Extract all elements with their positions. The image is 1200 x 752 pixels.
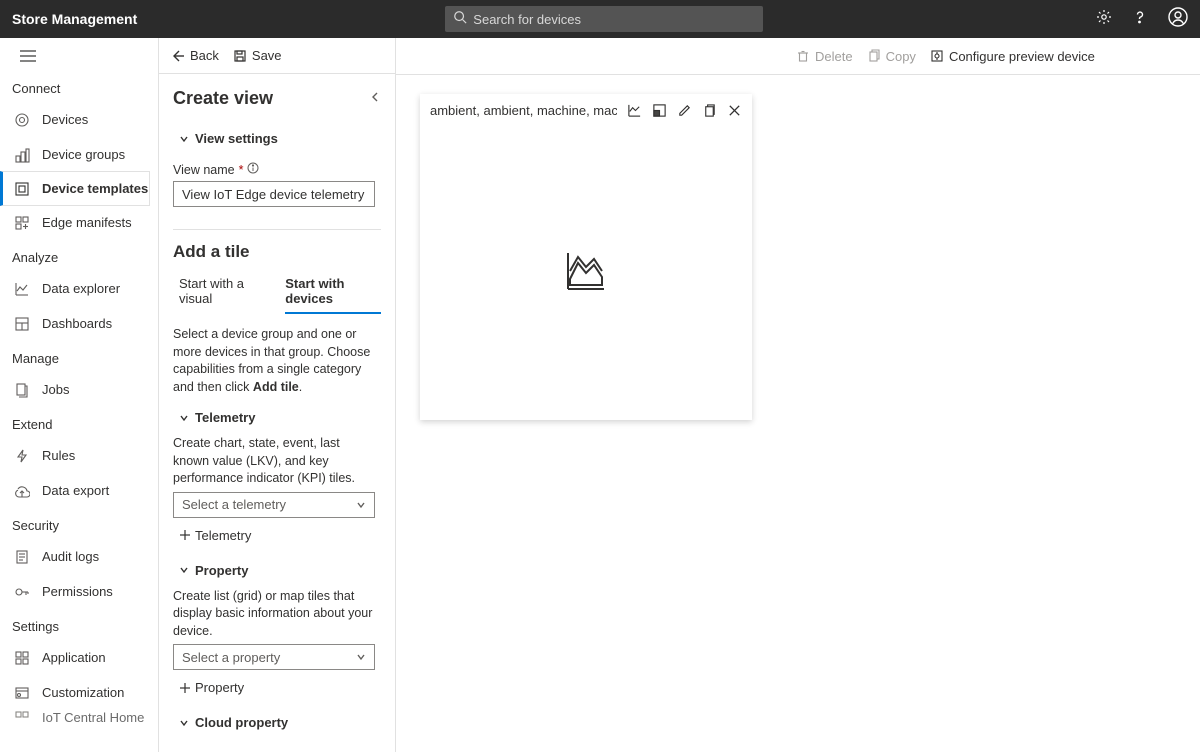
sidebar-item-label: Permissions <box>42 584 113 599</box>
sidebar-item-audit-logs[interactable]: Audit logs <box>0 539 158 574</box>
telemetry-select-placeholder: Select a telemetry <box>182 497 286 512</box>
property-help: Create list (grid) or map tiles that dis… <box>173 584 381 645</box>
delete-button[interactable]: Delete <box>796 49 853 64</box>
telemetry-label: Telemetry <box>195 410 255 425</box>
info-icon[interactable] <box>247 162 259 177</box>
sidebar-item-label: Application <box>42 650 106 665</box>
toolbar-overflow: Delete Copy Configure preview device <box>792 38 1095 74</box>
sidebar-item-device-groups[interactable]: Device groups <box>0 137 158 172</box>
sidebar-item-label: Devices <box>42 112 88 127</box>
sidebar-item-label: Data export <box>42 483 109 498</box>
config-panel: Back Save Create view View settings View… <box>159 38 396 752</box>
nav-section-settings: Settings <box>0 609 158 640</box>
sidebar-item-rules[interactable]: Rules <box>0 438 158 473</box>
tab-start-devices[interactable]: Start with devices <box>285 276 381 314</box>
sidebar-item-label: Device groups <box>42 147 125 162</box>
tile-body <box>420 126 752 420</box>
copy-button[interactable]: Copy <box>867 49 916 64</box>
sidebar-item-label: Data explorer <box>42 281 120 296</box>
sidebar-item-label: Rules <box>42 448 75 463</box>
search-box[interactable] <box>445 6 763 32</box>
panel-toolbar: Back Save <box>159 38 395 74</box>
user-icon[interactable] <box>1168 7 1188 32</box>
back-label: Back <box>190 48 219 63</box>
hamburger-icon[interactable] <box>0 38 158 71</box>
sidebar-item-label: Dashboards <box>42 316 112 331</box>
tab-start-visual[interactable]: Start with a visual <box>179 276 267 314</box>
devices-help-text: Select a device group and one or more de… <box>173 314 381 400</box>
sidebar-item-customization[interactable]: Customization <box>0 675 158 710</box>
view-name-label: View name * <box>173 152 381 181</box>
sidebar-item-application[interactable]: Application <box>0 640 158 675</box>
sidebar-item-label: Edge manifests <box>42 215 132 230</box>
add-tile-title: Add a tile <box>173 236 381 272</box>
sidebar-item-permissions[interactable]: Permissions <box>0 574 158 609</box>
telemetry-help: Create chart, state, event, last known v… <box>173 431 381 492</box>
app-header: Store Management <box>0 0 1200 38</box>
telemetry-select[interactable]: Select a telemetry <box>173 492 375 518</box>
telemetry-header[interactable]: Telemetry <box>173 400 381 431</box>
back-button[interactable]: Back <box>171 48 219 63</box>
panel-title: Create view <box>173 88 273 109</box>
sidebar-item-iot-central-home[interactable]: IoT Central Home <box>0 710 158 728</box>
nav-section-connect: Connect <box>0 71 158 102</box>
view-settings-header[interactable]: View settings <box>173 121 381 152</box>
configure-label: Configure preview device <box>949 49 1095 64</box>
sidebar-item-label: Device templates <box>42 181 148 196</box>
nav-section-security: Security <box>0 508 158 539</box>
sidebar-item-jobs[interactable]: Jobs <box>0 372 158 407</box>
sidebar-item-data-export[interactable]: Data export <box>0 473 158 508</box>
tile-close-icon[interactable] <box>727 103 742 118</box>
sidebar-item-label: Customization <box>42 685 124 700</box>
add-telemetry-link[interactable]: Telemetry <box>173 518 381 543</box>
tile-edit-icon[interactable] <box>677 103 692 118</box>
preview-tile[interactable]: ambient, ambient, machine, macl <box>420 94 752 420</box>
property-header[interactable]: Property <box>173 543 381 584</box>
sidebar-item-dashboards[interactable]: Dashboards <box>0 306 158 341</box>
property-select[interactable]: Select a property <box>173 644 375 670</box>
save-button[interactable]: Save <box>233 48 282 63</box>
add-property-link[interactable]: Property <box>173 670 381 695</box>
add-property-label: Property <box>195 680 244 695</box>
app-title: Store Management <box>12 11 137 27</box>
property-label: Property <box>195 563 248 578</box>
search-input[interactable] <box>473 12 755 27</box>
sidebar-item-label: Audit logs <box>42 549 99 564</box>
sidebar-item-data-explorer[interactable]: Data explorer <box>0 271 158 306</box>
cloud-property-label: Cloud property <box>195 715 288 730</box>
sidebar-item-label: IoT Central Home <box>42 710 144 725</box>
copy-label: Copy <box>886 49 916 64</box>
sidebar: Connect Devices Device groups Device tem… <box>0 38 159 752</box>
configure-preview-button[interactable]: Configure preview device <box>930 49 1095 64</box>
nav-section-extend: Extend <box>0 407 158 438</box>
nav-section-manage: Manage <box>0 341 158 372</box>
area-chart-placeholder-icon <box>564 249 608 298</box>
cloud-property-header[interactable]: Cloud property <box>173 695 381 736</box>
tile-title: ambient, ambient, machine, macl <box>430 103 617 118</box>
settings-icon[interactable] <box>1096 9 1112 30</box>
view-settings-label: View settings <box>195 131 278 146</box>
tile-size-icon[interactable] <box>652 103 667 118</box>
search-icon <box>453 10 467 29</box>
preview-canvas: Delete Copy Configure preview device amb… <box>396 38 1200 752</box>
tile-copy-icon[interactable] <box>702 103 717 118</box>
sidebar-item-label: Jobs <box>42 382 69 397</box>
collapse-panel-icon[interactable] <box>369 90 381 108</box>
sidebar-item-edge-manifests[interactable]: Edge manifests <box>0 205 158 240</box>
sidebar-item-devices[interactable]: Devices <box>0 102 158 137</box>
help-icon[interactable] <box>1132 9 1148 30</box>
delete-label: Delete <box>815 49 853 64</box>
view-name-input[interactable] <box>173 181 375 207</box>
tile-chart-type-icon[interactable] <box>627 103 642 118</box>
property-select-placeholder: Select a property <box>182 650 280 665</box>
nav-section-analyze: Analyze <box>0 240 158 271</box>
sidebar-item-device-templates[interactable]: Device templates <box>0 171 150 206</box>
add-telemetry-label: Telemetry <box>195 528 251 543</box>
save-label: Save <box>252 48 282 63</box>
